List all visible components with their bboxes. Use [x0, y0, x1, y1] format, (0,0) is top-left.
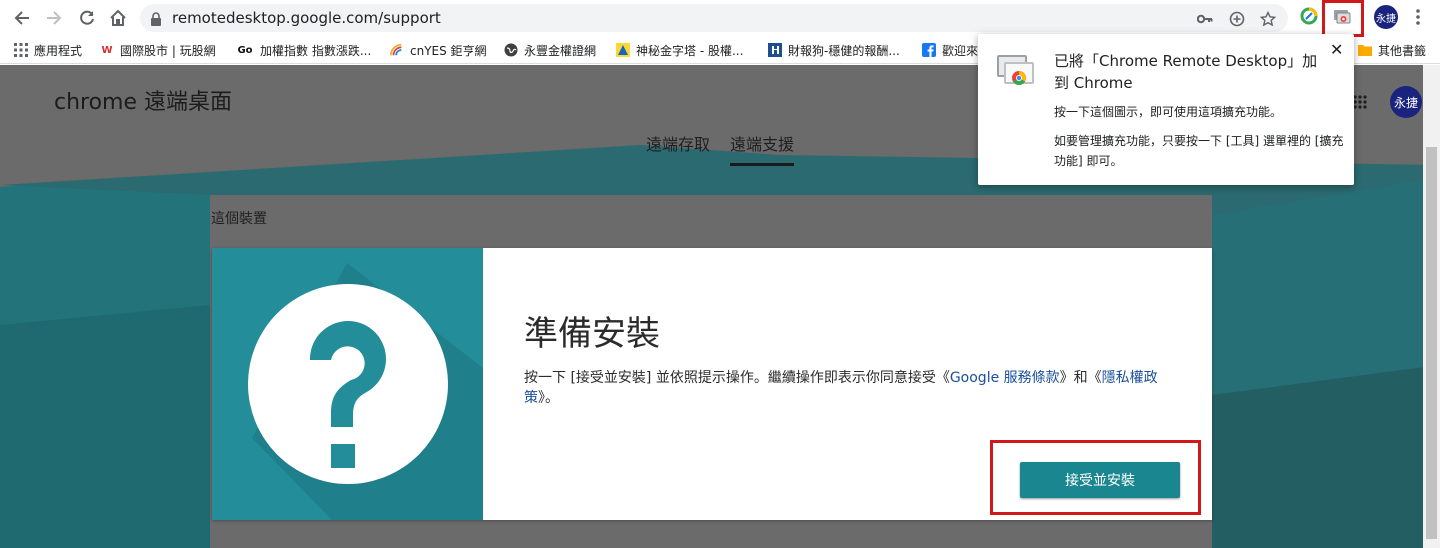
- reload-icon[interactable]: [75, 6, 99, 30]
- bookmark-label: 應用程式: [34, 43, 83, 58]
- apps-grid-icon: [14, 43, 28, 57]
- w-logo-icon: W: [101, 44, 113, 56]
- bookmark-index[interactable]: Go 加權指數 指數漲跌...: [236, 41, 371, 59]
- bookmark-label: 國際股市 | 玩股網: [120, 43, 216, 58]
- browser-toolbar: remotedesktop.google.com/support 永捷: [0, 0, 1440, 36]
- popup-title: 已將「Chrome Remote Desktop」加到 Chrome: [1054, 52, 1318, 92]
- profile-avatar[interactable]: 永捷: [1374, 5, 1398, 29]
- key-icon[interactable]: [1196, 10, 1214, 28]
- bookmark-statementdog[interactable]: 財報狗-穩健的報酬...: [768, 41, 900, 59]
- scrollbar-thumb[interactable]: [1426, 147, 1437, 539]
- terms-link[interactable]: Google 服務條款: [950, 370, 1060, 386]
- app-title: chrome 遠端桌面: [54, 90, 233, 115]
- desc-mid: 》和《: [1059, 370, 1102, 386]
- section-label: 這個裝置: [211, 211, 267, 227]
- bookmark-apps[interactable]: 應用程式: [14, 41, 82, 59]
- lock-icon: [150, 11, 162, 30]
- google-apps-icon[interactable]: [1353, 94, 1367, 113]
- card-title: 準備安裝: [524, 314, 660, 354]
- popup-instructions: 按一下這個圖示，即可使用這項擴充功能。: [1054, 105, 1283, 119]
- desc-prefix: 按一下 [接受並安裝] 並依照提示操作。繼續操作即表示你同意接受《: [524, 370, 950, 386]
- extension-ring-icon[interactable]: [1299, 6, 1319, 30]
- bookmark-cnyes[interactable]: cnYES 鉅亨網: [390, 41, 487, 59]
- bookmark-sinopac[interactable]: 永豐金權證網: [504, 41, 596, 59]
- account-avatar[interactable]: 永捷: [1390, 86, 1422, 118]
- desc-suffix: 》。: [538, 390, 559, 406]
- home-icon[interactable]: [106, 6, 130, 30]
- bookmark-label: 加權指數 指數漲跌...: [260, 43, 372, 58]
- bookmark-label: 歡迎來: [942, 43, 979, 58]
- star-icon[interactable]: [1259, 10, 1277, 28]
- help-illustration: [212, 248, 483, 520]
- dog-icon: [768, 43, 782, 57]
- bookmark-label: 財報狗-穩健的報酬...: [788, 43, 900, 58]
- zoom-icon[interactable]: [1228, 10, 1246, 28]
- extension-added-popup: 已將「Chrome Remote Desktop」加到 Chrome 按一下這個…: [978, 34, 1354, 185]
- bookmark-pyramid[interactable]: 神秘金字塔 - 股權...: [616, 41, 743, 59]
- back-icon[interactable]: [10, 6, 34, 30]
- facebook-icon: [922, 43, 936, 57]
- go-logo-icon: Go: [237, 44, 253, 56]
- menu-kebab-icon[interactable]: [1412, 8, 1424, 30]
- remote-desktop-app-icon: [996, 54, 1036, 92]
- tab-remote-access[interactable]: 遠端存取: [646, 131, 710, 155]
- install-button-highlight: [990, 440, 1201, 515]
- bookmark-other[interactable]: 其他書籤: [1358, 41, 1426, 59]
- bookmark-label: 其他書籤: [1378, 43, 1427, 58]
- card-description: 按一下 [接受並安裝] 並依照提示操作。繼續操作即表示你同意接受《Google …: [524, 368, 1192, 408]
- address-bar[interactable]: remotedesktop.google.com/support: [140, 4, 1288, 32]
- tab-remote-support[interactable]: 遠端支援: [730, 131, 794, 155]
- cnyes-logo-icon: [390, 43, 404, 57]
- popup-manage-info: 如要管理擴充功能，只要按一下 [工具] 選單裡的 [擴充功能] 即可。: [1054, 134, 1344, 168]
- folder-icon: [1358, 43, 1372, 57]
- close-icon[interactable]: ✕: [1330, 40, 1343, 59]
- extension-icon-highlight: [1322, 0, 1364, 37]
- bookmark-wantgoo[interactable]: W 國際股市 | 玩股網: [100, 41, 216, 59]
- bookmark-label: 神秘金字塔 - 股權...: [636, 43, 744, 58]
- page-scrollbar[interactable]: [1423, 65, 1440, 548]
- forward-icon[interactable]: [42, 6, 66, 30]
- pyramid-icon: [616, 43, 630, 57]
- bookmark-label: 永豐金權證網: [524, 43, 597, 58]
- globe-icon: [504, 43, 518, 57]
- active-tab-indicator: [730, 163, 794, 166]
- bookmark-label: cnYES 鉅亨網: [410, 43, 487, 58]
- url-text[interactable]: remotedesktop.google.com/support: [172, 9, 441, 27]
- bookmark-facebook[interactable]: 歡迎來: [922, 41, 978, 59]
